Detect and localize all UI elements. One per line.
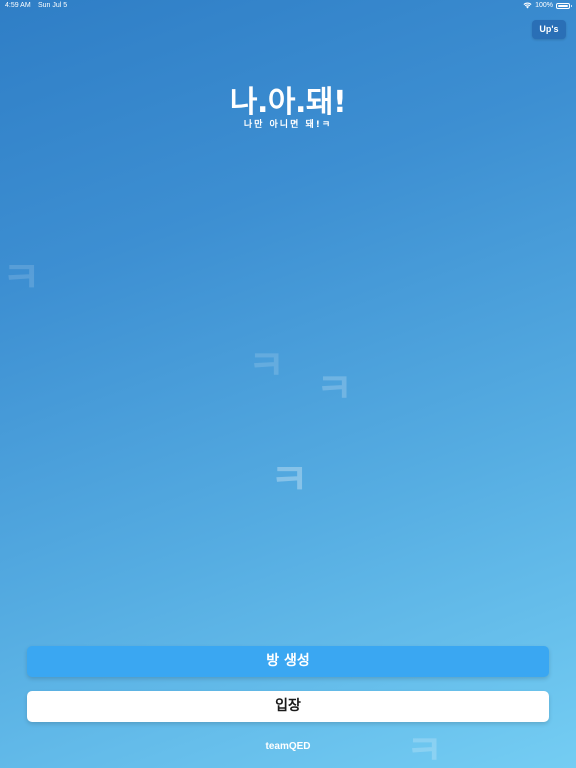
wifi-icon xyxy=(523,2,532,9)
background-glyph: ㅋ xyxy=(316,366,353,412)
battery-fill xyxy=(558,4,568,7)
status-time: 4:59 AM xyxy=(5,2,31,9)
footer-brand: teamQED xyxy=(265,741,311,752)
background-glyph: ㅋ xyxy=(270,455,309,504)
status-right-group: 100% xyxy=(523,2,572,9)
enter-room-button[interactable]: 입장 xyxy=(27,691,549,722)
logo-subtitle: 나만 아니면 돼!ㅋ xyxy=(243,120,333,130)
ups-button[interactable]: Up's xyxy=(532,20,566,39)
create-room-button[interactable]: 방 생성 xyxy=(27,646,549,677)
background-glyph: ㅋ xyxy=(248,343,285,389)
app-logo: 나.아.돼! 나만 아니면 돼!ㅋ xyxy=(0,86,576,131)
logo-title: 나.아.돼! xyxy=(229,85,347,120)
status-bar: 4:59 AM Sun Jul 5 100% xyxy=(0,0,576,12)
battery-icon xyxy=(556,2,572,9)
battery-percent: 100% xyxy=(535,2,553,9)
background-glyph: ㅋ xyxy=(2,253,41,302)
status-date: Sun Jul 5 xyxy=(38,2,68,9)
